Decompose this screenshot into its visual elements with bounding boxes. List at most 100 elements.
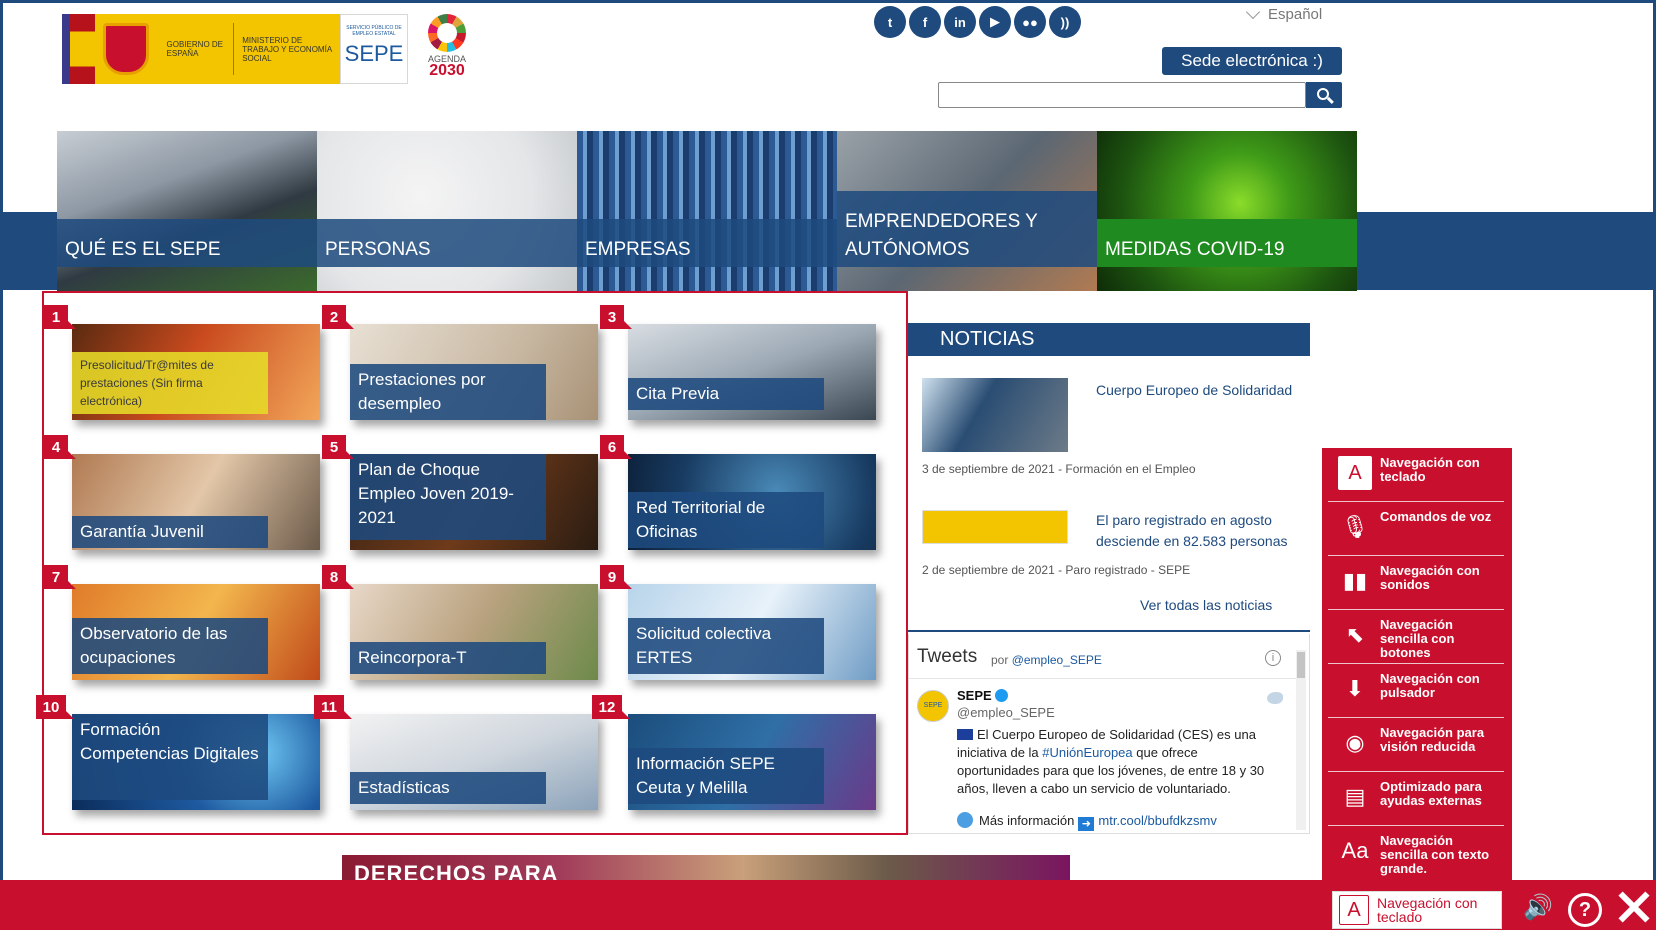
search-icon	[1316, 87, 1329, 100]
news-meta: 2 de septiembre de 2021 - Paro registrad…	[922, 563, 1191, 577]
service-number-badge: 2	[322, 305, 354, 329]
news-title-link[interactable]: El paro registrado en agosto desciende e…	[1096, 510, 1306, 552]
acc-label: Navegación para visión reducida	[1380, 725, 1485, 754]
service-number-badge: 8	[322, 565, 354, 589]
service-label: Estadísticas	[350, 772, 546, 804]
service-tile-plan-de-choque[interactable]: Plan de Choque Empleo Joven 2019-2021	[350, 454, 598, 550]
close-icon[interactable]	[1614, 888, 1652, 926]
acc-voice-commands[interactable]: 🎙 Comandos de voz	[1328, 502, 1504, 556]
eu-flag-icon	[957, 729, 973, 740]
service-tile-formacion-digital[interactable]: Formación Competencias Digitales	[72, 714, 320, 810]
acc-low-vision[interactable]: ◉ Navegación para visión reducida	[1328, 718, 1504, 772]
verified-badge-icon	[994, 689, 1008, 702]
service-number-badge: 7	[44, 565, 76, 589]
sede-electronica-button[interactable]: Sede electrónica :)	[1162, 47, 1342, 75]
acc-label: Comandos de voz	[1380, 509, 1492, 524]
nav-que-es-el-sepe[interactable]: QUÉ ES EL SEPE	[57, 131, 317, 291]
search-button[interactable]	[1306, 82, 1342, 108]
social-links: t f in ▶ ●● ))	[874, 6, 1081, 38]
rss-icon[interactable]: ))	[1049, 6, 1081, 38]
service-tile-solicitud-ertes[interactable]: Solicitud colectiva ERTES	[628, 584, 876, 680]
tweets-by-handle-link[interactable]: @empleo_SEPE	[1012, 653, 1102, 667]
nav-label: QUÉ ES EL SEPE	[57, 219, 317, 267]
tweet-author[interactable]: SEPE	[957, 688, 1008, 703]
help-icon[interactable]: ?	[1568, 893, 1602, 927]
selected-accessibility-mode[interactable]: A Navegación con teclado	[1332, 891, 1502, 929]
sepe-logo[interactable]: SERVICIO PÚBLICO DE EMPLEO ESTATAL SEPE	[340, 14, 408, 84]
search-input[interactable]	[938, 82, 1306, 108]
news-title-link[interactable]: Cuerpo Europeo de Solidaridad	[1096, 380, 1306, 401]
twitter-icon[interactable]: t	[874, 6, 906, 38]
service-number-badge: 10	[36, 695, 74, 719]
service-number-badge: 6	[600, 435, 632, 459]
service-label: Formación Competencias Digitales	[72, 714, 268, 800]
service-tile-ceuta-melilla[interactable]: Información SEPE Ceuta y Melilla	[628, 714, 876, 810]
language-selector[interactable]: Español	[1245, 4, 1322, 23]
tweets-scrollbar[interactable]	[1296, 650, 1306, 830]
service-tile-estadisticas[interactable]: Estadísticas	[350, 714, 598, 810]
acc-label: Optimizado para ayudas externas	[1380, 779, 1482, 808]
acc-label: Navegación sencilla con texto grande.	[1380, 833, 1490, 876]
more-info-link[interactable]: mtr.cool/bbufdkzsmv	[1098, 813, 1217, 828]
acc-external-aids[interactable]: ▤ Optimizado para ayudas externas	[1328, 772, 1504, 826]
service-tile-prestaciones[interactable]: Prestaciones por desempleo	[350, 324, 598, 420]
nav-label: PERSONAS	[317, 219, 577, 267]
facebook-icon[interactable]: f	[909, 6, 941, 38]
all-news-link[interactable]: Ver todas las noticias	[1140, 597, 1272, 613]
cursor-click-icon: ⬉	[1345, 622, 1365, 647]
acc-label: Navegación sencilla con botones	[1380, 617, 1455, 660]
news-meta: 3 de septiembre de 2021 - Formación en e…	[922, 462, 1196, 476]
acc-keyboard-navigation[interactable]: A Navegación con teclado	[1328, 448, 1504, 502]
chevron-down-icon	[1245, 4, 1261, 19]
youtube-icon[interactable]: ▶	[979, 6, 1011, 38]
service-label: Garantía Juvenil	[72, 516, 268, 548]
agenda-2030-logo[interactable]: AGENDA 2030	[420, 14, 474, 84]
service-tile-reincorpora-t[interactable]: Reincorpora-T	[350, 584, 598, 680]
news-image[interactable]	[922, 378, 1068, 452]
eye-icon: ◉	[1345, 730, 1365, 755]
acc-switch-navigation[interactable]: ⬇ Navegación con pulsador	[1328, 664, 1504, 718]
nav-emprendedores[interactable]: EMPRENDEDORES Y AUTÓNOMOS	[837, 131, 1097, 291]
acc-sound-navigation[interactable]: ▮▮ Navegación con sonidos	[1328, 556, 1504, 610]
twitter-bird-icon[interactable]	[1267, 692, 1283, 704]
service-tile-garantia-juvenil[interactable]: Garantía Juvenil	[72, 454, 320, 550]
eu-flag-stripe	[61, 14, 96, 84]
hashtag-link[interactable]: #UniónEuropea	[1042, 745, 1132, 760]
tweet-handle[interactable]: @empleo_SEPE	[957, 705, 1055, 720]
info-icon[interactable]: i	[1265, 650, 1281, 666]
sepe-logo-subtitle: SERVICIO PÚBLICO DE EMPLEO ESTATAL	[346, 25, 402, 37]
more-info-text: Más información	[979, 813, 1075, 828]
acc-button-navigation[interactable]: ⬉ Navegación sencilla con botones	[1328, 610, 1504, 664]
nav-personas[interactable]: PERSONAS	[317, 131, 577, 291]
keyboard-a-icon: A	[1339, 895, 1369, 925]
service-number-badge: 12	[592, 695, 630, 719]
tweets-divider	[909, 678, 1301, 679]
service-label: Observatorio de las ocupaciones	[72, 618, 268, 674]
right-arrow-icon: ➜	[1078, 817, 1095, 831]
ministerio-text: MINISTERIO DE TRABAJO Y ECONOMÍA SOCIAL	[242, 35, 332, 63]
gobierno-logo[interactable]: GOBIERNO DE ESPAÑA MINISTERIO DE TRABAJO…	[61, 14, 340, 84]
nav-empresas[interactable]: EMPRESAS	[577, 131, 837, 291]
speaker-icon[interactable]: 🔊	[1520, 893, 1556, 923]
flickr-icon[interactable]: ●●	[1014, 6, 1046, 38]
service-tile-observatorio[interactable]: Observatorio de las ocupaciones	[72, 584, 320, 680]
large-text-icon: Aa	[1341, 838, 1369, 863]
linkedin-icon[interactable]: in	[944, 6, 976, 38]
acc-large-text[interactable]: Aa Navegación sencilla con texto grande.	[1328, 826, 1504, 882]
service-label: Solicitud colectiva ERTES	[628, 618, 824, 674]
service-label: Cita Previa	[628, 378, 824, 410]
sdg-wheel-icon	[428, 14, 466, 52]
tweets-title: Tweets	[917, 646, 978, 667]
nav-medidas-covid[interactable]: MEDIDAS COVID-19	[1097, 131, 1357, 291]
avatar[interactable]: SEPE	[917, 690, 949, 722]
blue-circle-icon	[957, 812, 973, 828]
service-number-badge: 1	[44, 305, 76, 329]
news-image[interactable]	[922, 510, 1068, 544]
selected-mode-label: Navegación con teclado	[1377, 895, 1478, 925]
switch-icon: ⬇	[1345, 676, 1365, 701]
service-tile-red-territorial[interactable]: Red Territorial de Oficinas	[628, 454, 876, 550]
sound-bars-icon: ▮▮	[1342, 568, 1368, 593]
service-tile-cita-previa[interactable]: Cita Previa	[628, 324, 876, 420]
tweet-author-name: SEPE	[957, 688, 992, 703]
service-tile-presolicitud[interactable]: Presolicitud/Tr@mites de prestaciones (S…	[72, 324, 320, 420]
